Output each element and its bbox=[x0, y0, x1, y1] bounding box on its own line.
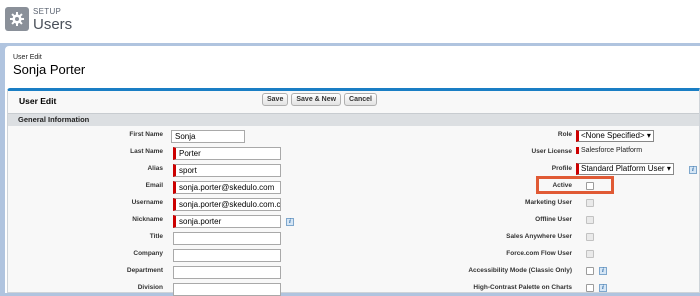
company-field[interactable] bbox=[173, 249, 281, 262]
accessibility-info-icon[interactable]: i bbox=[599, 267, 607, 275]
flow-user-checkbox[interactable] bbox=[586, 250, 594, 258]
division-label: Division bbox=[137, 284, 163, 291]
high-contrast-info-icon[interactable]: i bbox=[599, 284, 607, 292]
department-field[interactable] bbox=[173, 266, 281, 279]
profile-select[interactable]: Standard Platform User ▾ bbox=[576, 163, 674, 175]
profile-label: Profile bbox=[551, 165, 572, 172]
setup-label: SETUP bbox=[33, 7, 62, 16]
alias-field[interactable]: sport bbox=[173, 164, 281, 177]
role-select-value: <None Specified> bbox=[581, 131, 645, 140]
accessibility-mode-label: Accessibility Mode (Classic Only) bbox=[468, 267, 572, 274]
department-label: Department bbox=[126, 267, 163, 274]
title-label: Title bbox=[149, 233, 163, 240]
flow-user-label: Force.com Flow User bbox=[506, 250, 572, 257]
main-content: User Edit Sonja Porter User Edit Save Sa… bbox=[5, 46, 700, 296]
user-license-label: User License bbox=[531, 148, 572, 155]
first-name-label: First Name bbox=[129, 131, 163, 138]
username-field[interactable]: sonja.porter@skedulo.com.c bbox=[173, 198, 281, 211]
cancel-button[interactable]: Cancel bbox=[344, 93, 378, 106]
save-button[interactable]: Save bbox=[262, 93, 289, 106]
section-header: General Information bbox=[8, 113, 699, 126]
profile-info-icon[interactable]: i bbox=[689, 166, 697, 174]
role-label: Role bbox=[557, 131, 572, 138]
nickname-label: Nickname bbox=[132, 216, 163, 223]
record-name: Sonja Porter bbox=[13, 62, 86, 77]
role-select[interactable]: <None Specified> ▾ bbox=[576, 130, 654, 142]
alias-label: Alias bbox=[147, 165, 163, 172]
sales-anywhere-user-label: Sales Anywhere User bbox=[506, 233, 572, 240]
nickname-field[interactable]: sonja.porter bbox=[173, 215, 281, 228]
chevron-down-icon: ▾ bbox=[666, 164, 671, 173]
user-license-value: Salesforce Platform bbox=[576, 147, 642, 154]
last-name-field[interactable]: Porter bbox=[173, 147, 281, 160]
marketing-user-label: Marketing User bbox=[525, 199, 572, 206]
record-type-label: User Edit bbox=[13, 54, 42, 61]
last-name-label: Last Name bbox=[130, 148, 163, 155]
division-field[interactable] bbox=[173, 283, 281, 296]
sales-anywhere-user-checkbox[interactable] bbox=[586, 233, 594, 241]
accessibility-mode-checkbox[interactable] bbox=[586, 267, 594, 275]
high-contrast-label: High-Contrast Palette on Charts bbox=[473, 284, 572, 291]
company-label: Company bbox=[133, 250, 163, 257]
section-title: General Information bbox=[18, 115, 90, 124]
title-field[interactable] bbox=[173, 232, 281, 245]
first-name-field[interactable]: Sonja bbox=[171, 130, 245, 143]
button-bar: Save Save & New Cancel bbox=[262, 93, 378, 106]
panel-title: User Edit bbox=[19, 96, 57, 106]
username-label: Username bbox=[131, 199, 163, 206]
email-label: Email bbox=[145, 182, 163, 189]
offline-user-label: Offline User bbox=[535, 216, 572, 223]
page-title: Users bbox=[33, 16, 73, 33]
save-and-new-button[interactable]: Save & New bbox=[291, 93, 342, 106]
high-contrast-checkbox[interactable] bbox=[586, 284, 594, 292]
email-field[interactable]: sonja.porter@skedulo.com bbox=[173, 181, 281, 194]
offline-user-checkbox[interactable] bbox=[586, 216, 594, 224]
setup-header: SETUP Users bbox=[0, 0, 700, 43]
active-highlight-box bbox=[536, 176, 614, 194]
gear-icon bbox=[5, 7, 29, 31]
chevron-down-icon: ▾ bbox=[646, 131, 651, 140]
nickname-info-icon[interactable]: i bbox=[286, 218, 294, 226]
marketing-user-checkbox[interactable] bbox=[586, 199, 594, 207]
profile-select-value: Standard Platform User bbox=[581, 164, 665, 173]
